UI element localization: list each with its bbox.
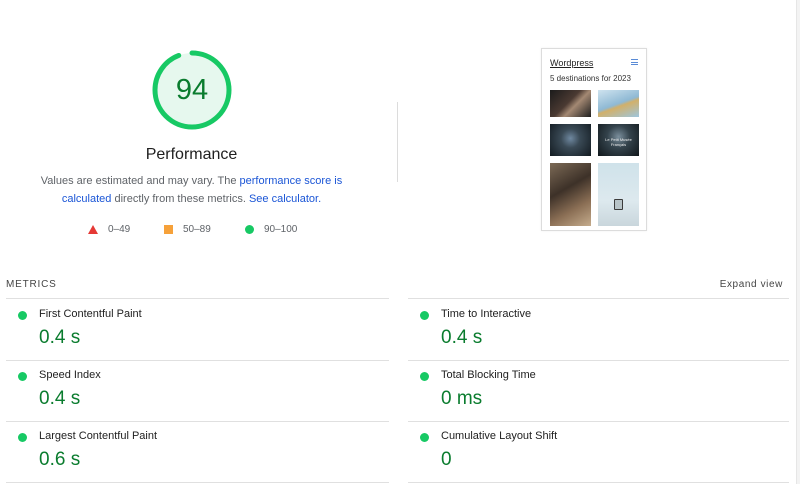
legend-range: 90–100 <box>264 223 298 235</box>
metric-value: 0.4 s <box>441 327 483 348</box>
metric-value: 0.4 s <box>39 327 81 348</box>
triangle-icon <box>88 224 98 234</box>
thumbnail-image <box>598 90 639 117</box>
metric-cumulative-layout-shift: Cumulative Layout Shift 0 <box>408 421 784 482</box>
legend-range: 0–49 <box>108 223 131 235</box>
category-title: Performance <box>145 146 238 163</box>
metric-speed-index: Speed Index 0.4 s <box>6 360 382 421</box>
legend-average: 50–89 <box>164 222 211 236</box>
legend-pass: 90–100 <box>245 222 297 236</box>
description-text-2: directly from these metrics. <box>111 193 249 205</box>
metric-name: Total Blocking Time <box>441 369 536 381</box>
metric-divider <box>6 482 389 483</box>
metric-value: 0.4 s <box>39 388 81 409</box>
metric-divider <box>408 482 789 483</box>
pass-circle-icon <box>18 311 27 320</box>
metric-largest-contentful-paint: Largest Contentful Paint 0.6 s <box>6 421 382 482</box>
metric-total-blocking-time: Total Blocking Time 0 ms <box>408 360 784 421</box>
thumbnail-image <box>550 124 591 156</box>
section-divider <box>397 102 398 182</box>
score-description: Values are estimated and may vary. The p… <box>20 172 363 208</box>
pass-circle-icon <box>18 433 27 442</box>
score-value: 94 <box>175 74 209 106</box>
thumbnail-tile-caption: Le Petit Musée Français <box>605 137 632 147</box>
metric-first-contentful-paint: First Contentful Paint 0.4 s <box>6 299 382 360</box>
square-icon <box>164 224 173 234</box>
pass-circle-icon <box>18 372 27 381</box>
pass-circle-icon <box>420 433 429 442</box>
performance-score-section: 94 Performance Values are estimated and … <box>0 0 383 250</box>
metric-name: Largest Contentful Paint <box>39 430 158 442</box>
see-calculator-link[interactable]: See calculator. <box>249 193 321 205</box>
page-screenshot-thumbnail[interactable]: Wordpress 5 destinations for 2023 Le Pet… <box>541 48 647 231</box>
metric-value: 0.6 s <box>39 449 81 470</box>
hamburger-icon <box>631 59 638 65</box>
score-legend: 0–49 50–89 90–100 <box>0 222 383 236</box>
metric-name: Cumulative Layout Shift <box>441 430 558 442</box>
pass-circle-icon <box>420 372 429 381</box>
circle-icon <box>245 224 254 234</box>
metric-value: 0 <box>441 449 452 470</box>
metric-name: First Contentful Paint <box>39 308 142 320</box>
legend-fail: 0–49 <box>88 222 130 236</box>
thumbnail-image <box>550 163 591 226</box>
metrics-header: METRICS <box>6 279 57 290</box>
legend-range: 50–89 <box>183 223 211 235</box>
metric-time-to-interactive: Time to Interactive 0.4 s <box>408 299 784 360</box>
description-text: Values are estimated and may vary. The <box>40 175 240 187</box>
thumbnail-subtitle: 5 destinations for 2023 <box>550 74 631 83</box>
thumbnail-image <box>550 90 591 117</box>
thumbnail-image <box>598 163 639 226</box>
pass-circle-icon <box>420 311 429 320</box>
thumbnail-object <box>614 199 623 210</box>
scrollbar-track[interactable] <box>796 0 800 484</box>
metric-name: Time to Interactive <box>441 308 532 320</box>
expand-view-toggle[interactable]: Expand view <box>720 279 783 290</box>
metric-name: Speed Index <box>39 369 101 381</box>
thumbnail-site-title: Wordpress <box>550 58 594 68</box>
metric-value: 0 ms <box>441 388 483 409</box>
